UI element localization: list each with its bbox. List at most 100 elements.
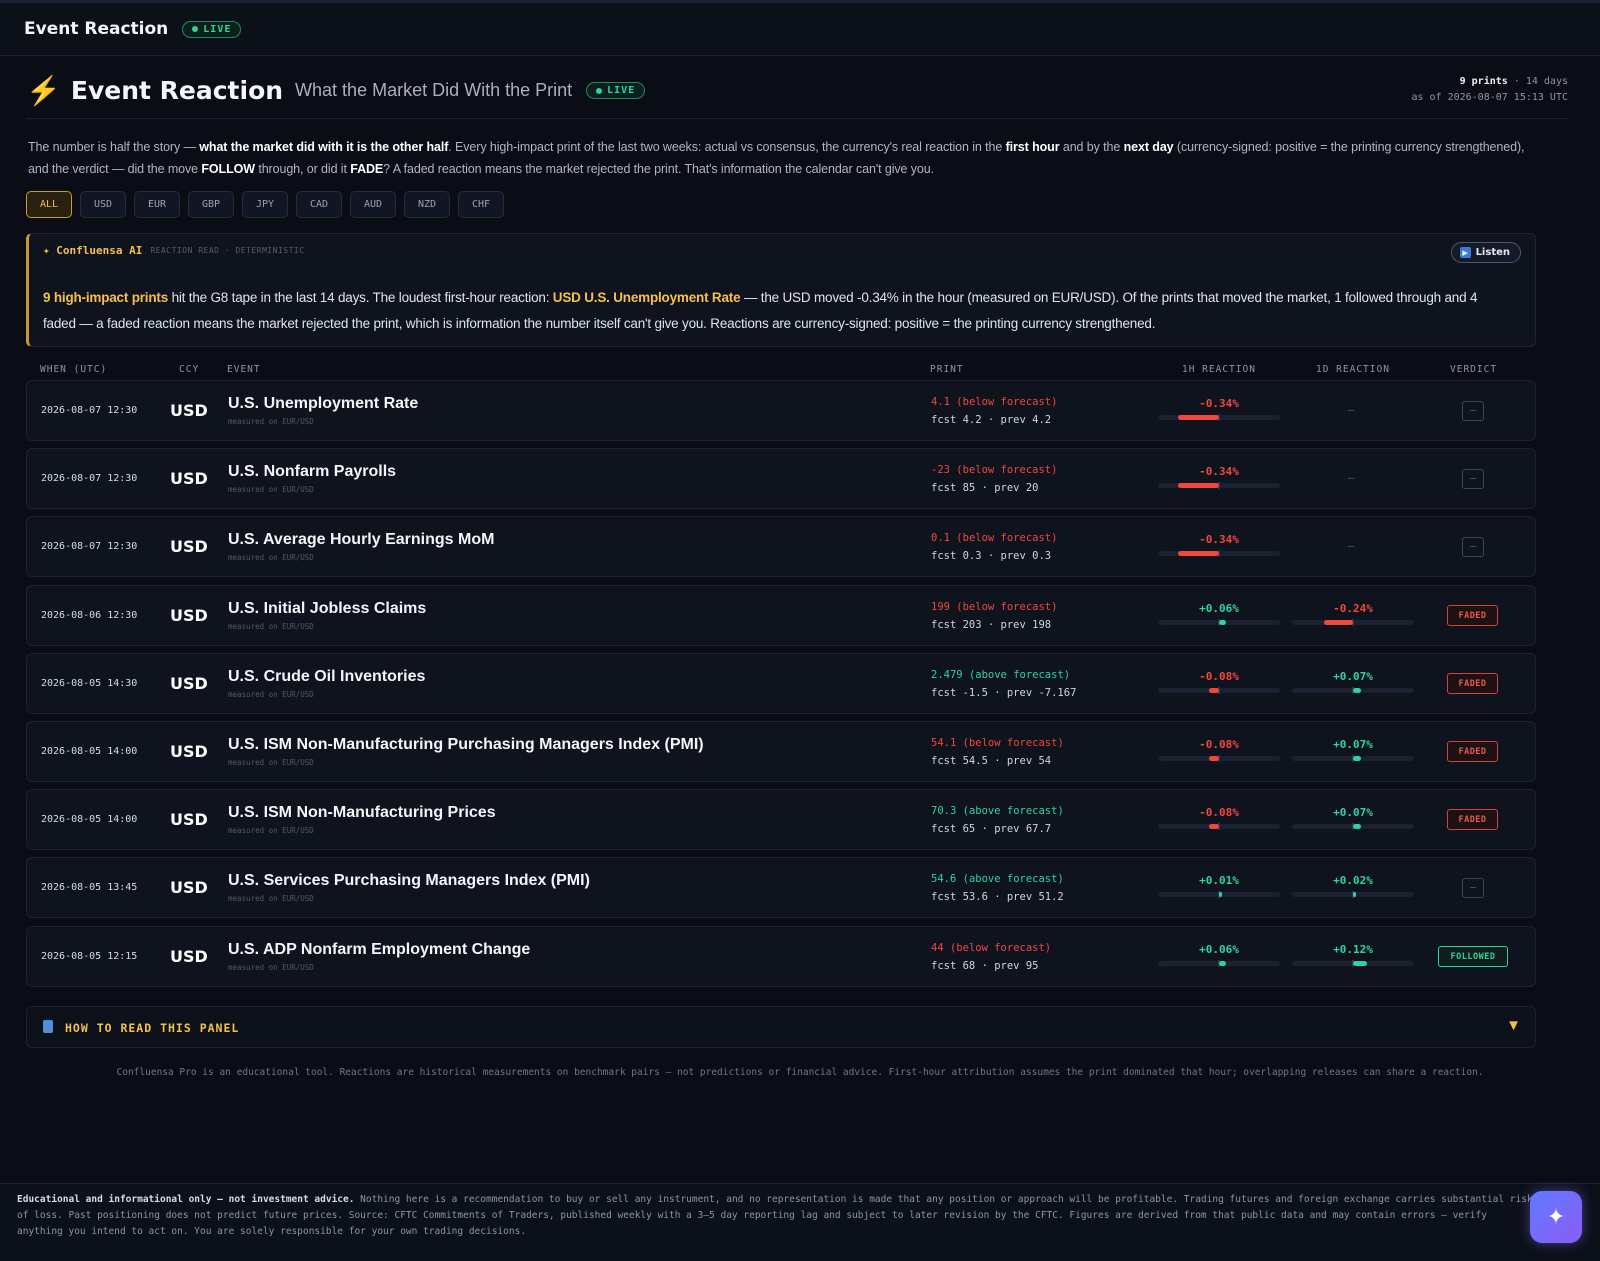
live-badge-header: LIVE	[586, 82, 646, 99]
event-currency: USD	[170, 469, 208, 488]
measured-pair: measured on EUR/USD	[228, 963, 314, 972]
measured-pair: measured on EUR/USD	[228, 826, 314, 835]
live-label: LIVE	[203, 23, 232, 35]
reaction-1d-bar	[1292, 755, 1414, 762]
intro-bold: what the market did with it is the other…	[199, 140, 449, 154]
intro-part: The number is half the story —	[28, 140, 200, 154]
reaction-1h-value: -0.08%	[1199, 670, 1239, 683]
reaction-1h-fill	[1178, 551, 1219, 556]
table-row[interactable]: 2026-08-07 12:30 USD U.S. Nonfarm Payrolls…	[26, 448, 1536, 509]
reaction-1d-bar	[1292, 823, 1414, 830]
event-time: 2026-08-06 12:30	[41, 610, 138, 621]
print-actual: 54.1	[931, 737, 957, 749]
reaction-1h-bar	[1158, 687, 1280, 694]
reaction-1h-bar	[1158, 414, 1280, 421]
print-forecast-prev: fcst 65 · prev 67.7	[931, 823, 1052, 835]
reaction-1d-bar	[1292, 619, 1414, 626]
table-row[interactable]: 2026-08-07 12:30 USD U.S. Average Hourly E…	[26, 516, 1536, 577]
listen-button[interactable]: ▶ Listen	[1450, 242, 1521, 263]
reaction-1d-empty: —	[1348, 471, 1355, 484]
reaction-1h-value: -0.34%	[1199, 397, 1239, 410]
ai-summary-card: ✦ Confluensa AI REACTION READ · DETERMIN…	[26, 233, 1536, 347]
reaction-1h-fill	[1178, 483, 1219, 488]
intro-text: The number is half the story — what the …	[28, 136, 1538, 180]
verdict-badge: FADED	[1447, 605, 1498, 626]
intro-bold: FOLLOW	[201, 162, 255, 176]
lightning-icon: ⚡	[26, 75, 61, 106]
event-time: 2026-08-07 12:30	[41, 473, 138, 484]
print-actual-line: 4.1 (below forecast)	[931, 396, 1057, 408]
page-subtitle: What the Market Did With the Print	[295, 80, 573, 100]
reaction-1d-fill	[1353, 824, 1362, 829]
filter-chip-chf[interactable]: CHF	[458, 191, 504, 218]
print-actual: 2.479	[931, 669, 963, 681]
event-time: 2026-08-07 12:30	[41, 405, 138, 416]
filter-chip-cad[interactable]: CAD	[296, 191, 342, 218]
book-icon	[43, 1020, 53, 1033]
how-to-read-toggle[interactable]: HOW TO READ THIS PANEL ▼	[26, 1006, 1536, 1048]
filter-chip-eur[interactable]: EUR	[134, 191, 180, 218]
print-forecast-prev: fcst 4.2 · prev 4.2	[931, 414, 1052, 426]
print-direction: (below forecast)	[956, 532, 1058, 544]
table-row[interactable]: 2026-08-06 12:30 USD U.S. Initial Jobless …	[26, 585, 1536, 646]
reaction-1h-fill	[1219, 892, 1222, 897]
verdict-none: —	[1462, 537, 1484, 557]
reaction-1h-fill	[1209, 688, 1219, 693]
col-header-verdict: VERDICT	[1450, 364, 1498, 375]
col-header-event: EVENT	[227, 364, 261, 375]
print-actual-line: 54.1 (below forecast)	[931, 737, 1064, 749]
event-time: 2026-08-05 12:15	[41, 951, 138, 962]
print-forecast-prev: fcst 0.3 · prev 0.3	[931, 550, 1052, 562]
col-header-1d: 1D REACTION	[1316, 364, 1390, 375]
reaction-1d-empty: —	[1348, 539, 1355, 552]
event-currency: USD	[170, 401, 208, 420]
reaction-1h: -0.34%	[1158, 397, 1280, 421]
reaction-1h-fill	[1209, 756, 1219, 761]
print-forecast-prev: fcst 203 · prev 198	[931, 619, 1052, 631]
header-divider	[26, 118, 1568, 119]
intro-part: ? A faded reaction means the market reje…	[383, 162, 934, 176]
verdict-badge: FADED	[1447, 809, 1498, 830]
reaction-1d-bar	[1292, 687, 1414, 694]
filter-chip-gbp[interactable]: GBP	[188, 191, 234, 218]
print-direction: (below forecast)	[956, 464, 1058, 476]
table-row[interactable]: 2026-08-05 13:45 USD U.S. Services Purchas…	[26, 857, 1536, 918]
measured-pair: measured on EUR/USD	[228, 622, 314, 631]
verdict-none: —	[1462, 878, 1484, 898]
assistant-fab-button[interactable]: ✦	[1530, 1191, 1582, 1243]
filter-chip-all[interactable]: ALL	[26, 191, 72, 218]
verdict-badge: FADED	[1447, 741, 1498, 762]
filter-chip-nzd[interactable]: NZD	[404, 191, 450, 218]
ai-text-part: hit the G8 tape in the last 14 days. The…	[168, 290, 553, 305]
table-row[interactable]: 2026-08-05 12:15 USD U.S. ADP Nonfarm Empl…	[26, 926, 1536, 987]
table-row[interactable]: 2026-08-05 14:00 USD U.S. ISM Non-Manufact…	[26, 721, 1536, 782]
reaction-1h: -0.08%	[1158, 806, 1280, 830]
table-row[interactable]: 2026-08-05 14:30 USD U.S. Crude Oil Invent…	[26, 653, 1536, 714]
reaction-1h-bar	[1158, 619, 1280, 626]
filter-chip-usd[interactable]: USD	[80, 191, 126, 218]
event-time: 2026-08-05 13:45	[41, 882, 138, 893]
reaction-1h-value: -0.08%	[1199, 738, 1239, 751]
measured-pair: measured on EUR/USD	[228, 553, 314, 562]
reaction-1d: -0.24%	[1292, 602, 1414, 626]
event-name: U.S. Average Hourly Earnings MoM	[228, 531, 495, 548]
event-time: 2026-08-05 14:00	[41, 814, 138, 825]
verdict-badge: FOLLOWED	[1438, 946, 1508, 967]
event-time: 2026-08-05 14:30	[41, 678, 138, 689]
filter-chip-jpy[interactable]: JPY	[242, 191, 288, 218]
event-currency: USD	[170, 674, 208, 693]
main-panel: ⚡ Event Reaction What the Market Did Wit…	[0, 56, 1600, 1183]
event-name: U.S. Unemployment Rate	[228, 395, 419, 412]
table-row[interactable]: 2026-08-05 14:00 USD U.S. ISM Non-Manufact…	[26, 789, 1536, 850]
intro-part: . Every high-impact print of the last tw…	[448, 140, 1006, 154]
event-name: U.S. ADP Nonfarm Employment Change	[228, 941, 531, 958]
reaction-1h-bar	[1158, 823, 1280, 830]
event-name: U.S. Initial Jobless Claims	[228, 600, 427, 617]
print-forecast-prev: fcst 53.6 · prev 51.2	[931, 891, 1064, 903]
filter-chip-aud[interactable]: AUD	[350, 191, 396, 218]
measured-pair: measured on EUR/USD	[228, 758, 314, 767]
table-row[interactable]: 2026-08-07 12:30 USD U.S. Unemployment Rat…	[26, 380, 1536, 441]
educational-disclaimer: Confluensa Pro is an educational tool. R…	[116, 1067, 1484, 1078]
intro-bold: first hour	[1005, 140, 1060, 154]
reaction-1d: +0.07%	[1292, 670, 1414, 694]
